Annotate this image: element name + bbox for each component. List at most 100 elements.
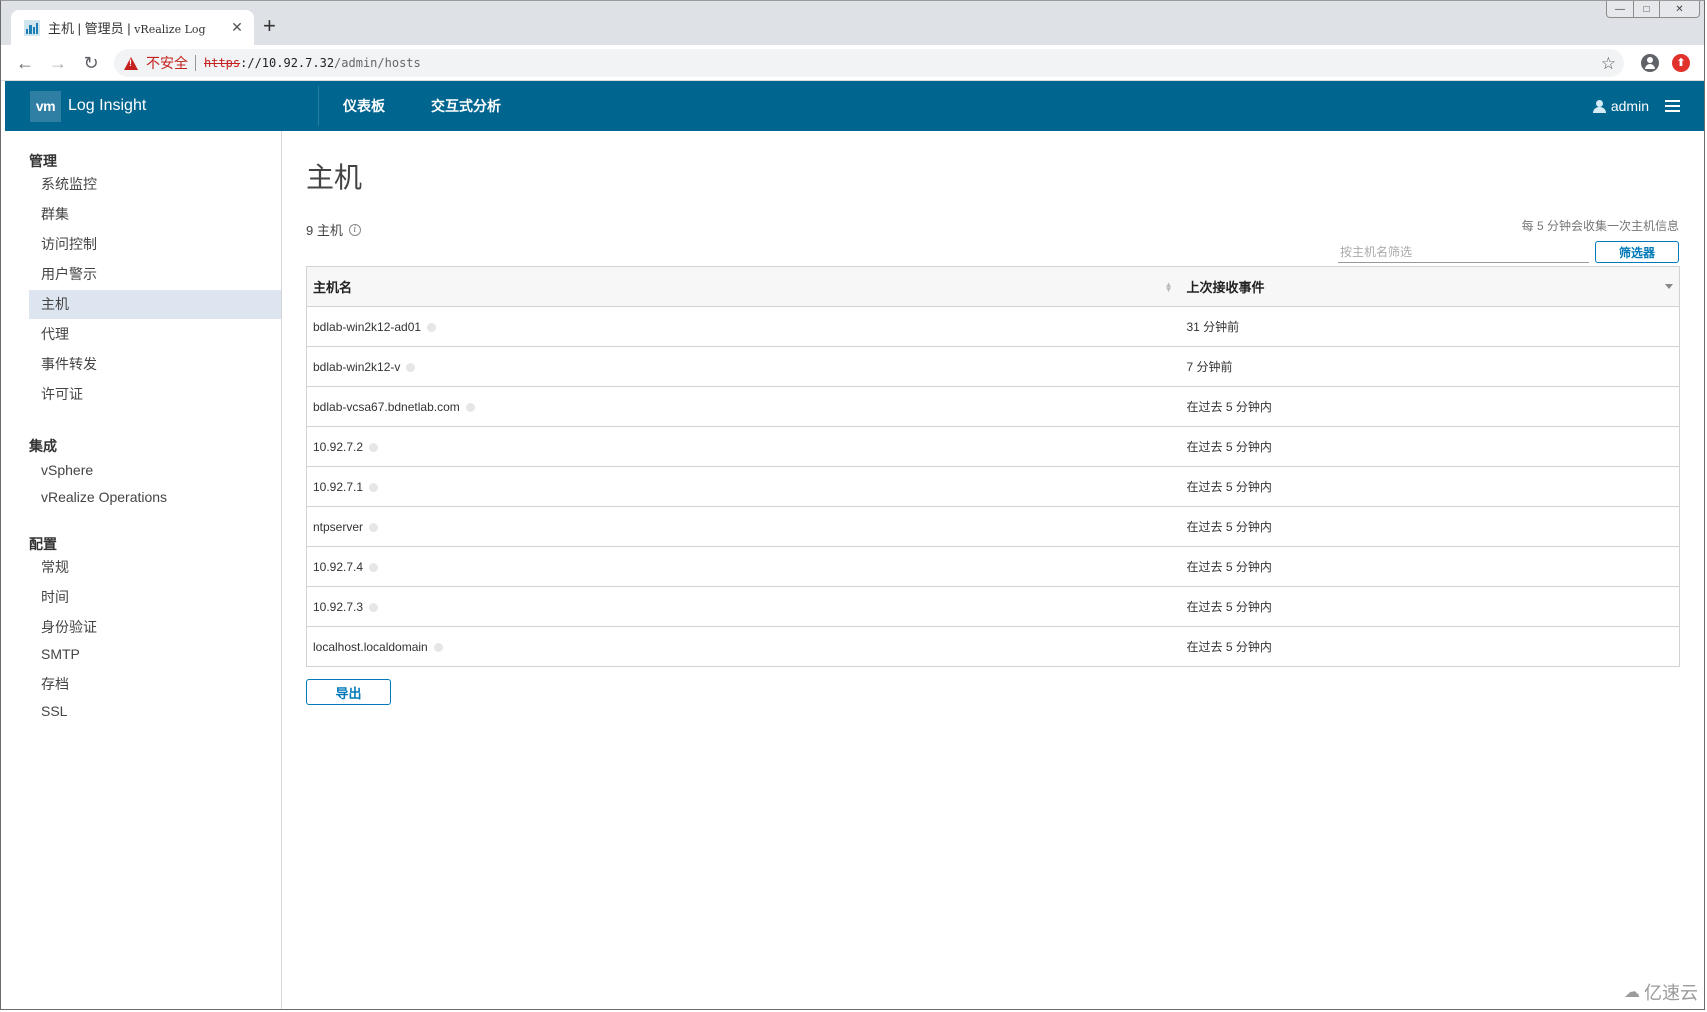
host-name[interactable]: localhost.localdomain bbox=[313, 640, 428, 654]
page-title: 主机 bbox=[306, 162, 363, 193]
user-icon bbox=[1592, 99, 1606, 113]
filter-button[interactable]: 筛选器 bbox=[1595, 241, 1679, 263]
warning-icon bbox=[124, 56, 138, 70]
host-name[interactable]: 10.92.7.3 bbox=[313, 600, 363, 614]
hosts-table: 主机名 ▲ ▼ 上次接收事件 bdlab-win2k12-ad01 31 分钟前 bd… bbox=[306, 266, 1680, 667]
column-header-hostname[interactable]: 主机名 ▲ ▼ bbox=[306, 266, 1177, 307]
navigate-icon[interactable] bbox=[433, 642, 443, 652]
last-event-cell: 31 分钟前 bbox=[1176, 306, 1680, 347]
sidebar-item-hosts[interactable]: 主机 bbox=[29, 290, 281, 319]
navigate-icon[interactable] bbox=[427, 322, 437, 332]
maximize-button[interactable]: □ bbox=[1633, 1, 1659, 17]
watermark-text: 亿速云 bbox=[1644, 983, 1698, 1003]
url-text[interactable]: https://10.92.7.32/admin/hosts bbox=[204, 56, 421, 70]
app-favicon-icon bbox=[24, 19, 40, 36]
hamburger-menu-icon[interactable] bbox=[1665, 100, 1680, 112]
table-row[interactable]: 10.92.7.2 在过去 5 分钟内 bbox=[306, 426, 1680, 467]
export-button[interactable]: 导出 bbox=[306, 679, 391, 705]
sidebar-group-management: 管理 bbox=[29, 153, 57, 169]
table-row[interactable]: 10.92.7.1 在过去 5 分钟内 bbox=[306, 466, 1680, 507]
host-name[interactable]: bdlab-win2k12-ad01 bbox=[313, 320, 421, 334]
navigate-icon[interactable] bbox=[406, 362, 416, 372]
host-filter-input[interactable] bbox=[1338, 241, 1589, 263]
navigate-icon[interactable] bbox=[369, 602, 379, 612]
sidebar-item-system-monitor[interactable]: 系统监控 bbox=[29, 170, 281, 199]
table-row[interactable]: bdlab-win2k12-ad01 31 分钟前 bbox=[306, 306, 1680, 347]
last-event-cell: 在过去 5 分钟内 bbox=[1176, 426, 1680, 467]
address-bar[interactable]: 不安全 https://10.92.7.32/admin/hosts bbox=[114, 49, 1624, 77]
table-row[interactable]: 10.92.7.4 在过去 5 分钟内 bbox=[306, 546, 1680, 587]
collection-note: 每 5 分钟会收集一次主机信息 bbox=[1521, 219, 1679, 233]
tab-active[interactable]: 主机 | 管理员 | vRealize Log ✕ bbox=[11, 10, 254, 45]
sidebar-item-license[interactable]: 许可证 bbox=[29, 380, 281, 409]
navigate-icon[interactable] bbox=[465, 402, 475, 412]
admin-sidebar: 管理 系统监控 群集 访问控制 用户警示 主机 代理 事件转发 许可证 集成 v… bbox=[5, 131, 282, 1009]
sidebar-item-vsphere[interactable]: vSphere bbox=[29, 456, 281, 485]
sidebar-item-access-control[interactable]: 访问控制 bbox=[29, 230, 281, 259]
bookmark-star-icon[interactable]: ☆ bbox=[1601, 54, 1616, 74]
browser-toolbar: ← → ↻ 不安全 https://10.92.7.32/admin/hosts… bbox=[1, 45, 1704, 81]
sort-icon[interactable]: ▲ ▼ bbox=[1165, 281, 1173, 294]
cloud-icon: ☁ bbox=[1624, 984, 1640, 1001]
host-name-cell: bdlab-win2k12-ad01 bbox=[306, 306, 1177, 347]
host-name-cell: 10.92.7.1 bbox=[306, 466, 1177, 507]
sidebar-item-archiving[interactable]: 存档 bbox=[29, 670, 281, 699]
table-row[interactable]: 10.92.7.3 在过去 5 分钟内 bbox=[306, 586, 1680, 627]
reload-button[interactable]: ↻ bbox=[79, 51, 103, 75]
sidebar-item-time[interactable]: 时间 bbox=[29, 583, 281, 612]
sidebar-item-ssl[interactable]: SSL bbox=[29, 697, 281, 726]
host-name[interactable]: ntpserver bbox=[313, 520, 363, 534]
host-name[interactable]: 10.92.7.2 bbox=[313, 440, 363, 454]
user-menu[interactable]: admin bbox=[1611, 98, 1649, 114]
last-event-cell: 在过去 5 分钟内 bbox=[1176, 386, 1680, 427]
host-name-cell: bdlab-win2k12-v bbox=[306, 346, 1177, 387]
header-divider bbox=[318, 86, 319, 126]
host-name[interactable]: bdlab-vcsa67.bdnetlab.com bbox=[313, 400, 460, 414]
table-row[interactable]: localhost.localdomain 在过去 5 分钟内 bbox=[306, 626, 1680, 667]
security-status[interactable]: 不安全 bbox=[146, 53, 188, 73]
table-row[interactable]: ntpserver 在过去 5 分钟内 bbox=[306, 506, 1680, 547]
table-header-row: 主机名 ▲ ▼ 上次接收事件 bbox=[306, 266, 1680, 307]
sidebar-item-vrealize-operations[interactable]: vRealize Operations bbox=[29, 483, 281, 512]
sidebar-item-user-alerts[interactable]: 用户警示 bbox=[29, 260, 281, 289]
tab-close-icon[interactable]: ✕ bbox=[226, 19, 248, 36]
host-name-cell: 10.92.7.3 bbox=[306, 586, 1177, 627]
forward-button[interactable]: → bbox=[46, 51, 70, 75]
last-event-cell: 在过去 5 分钟内 bbox=[1176, 586, 1680, 627]
sidebar-item-agents[interactable]: 代理 bbox=[29, 320, 281, 349]
sidebar-item-smtp[interactable]: SMTP bbox=[29, 640, 281, 669]
host-name[interactable]: 10.92.7.4 bbox=[313, 560, 363, 574]
back-button[interactable]: ← bbox=[13, 51, 37, 75]
sidebar-item-cluster[interactable]: 群集 bbox=[29, 200, 281, 229]
sidebar-item-general[interactable]: 常规 bbox=[29, 553, 281, 582]
extension-update-icon[interactable]: ⬆ bbox=[1672, 54, 1690, 72]
sidebar-group-integration: 集成 bbox=[29, 438, 57, 454]
host-name[interactable]: bdlab-win2k12-v bbox=[313, 360, 400, 374]
host-name[interactable]: 10.92.7.1 bbox=[313, 480, 363, 494]
navigate-icon[interactable] bbox=[369, 562, 379, 572]
profile-icon[interactable] bbox=[1641, 54, 1659, 72]
sidebar-item-authentication[interactable]: 身份验证 bbox=[29, 613, 281, 642]
nav-dashboards[interactable]: 仪表板 bbox=[343, 96, 385, 116]
last-event-cell: 在过去 5 分钟内 bbox=[1176, 466, 1680, 507]
last-event-cell: 在过去 5 分钟内 bbox=[1176, 546, 1680, 587]
close-window-button[interactable]: ✕ bbox=[1659, 1, 1699, 17]
host-name-cell: bdlab-vcsa67.bdnetlab.com bbox=[306, 386, 1177, 427]
navigate-icon[interactable] bbox=[369, 442, 379, 452]
last-event-cell: 在过去 5 分钟内 bbox=[1176, 506, 1680, 547]
browser-window: 主机 | 管理员 | vRealize Log ✕ + — □ ✕ ← → ↻ … bbox=[0, 0, 1705, 1010]
table-row[interactable]: bdlab-vcsa67.bdnetlab.com 在过去 5 分钟内 bbox=[306, 386, 1680, 427]
vmware-logo[interactable]: vm bbox=[30, 90, 61, 122]
new-tab-button[interactable]: + bbox=[263, 13, 276, 39]
table-row[interactable]: bdlab-win2k12-v 7 分钟前 bbox=[306, 346, 1680, 387]
watermark: ☁ 亿速云 bbox=[1624, 979, 1698, 1005]
minimize-button[interactable]: — bbox=[1607, 1, 1633, 17]
sidebar-item-event-forwarding[interactable]: 事件转发 bbox=[29, 350, 281, 379]
navigate-icon[interactable] bbox=[369, 522, 379, 532]
info-icon[interactable]: i bbox=[348, 223, 361, 236]
column-menu-icon[interactable] bbox=[1665, 284, 1673, 289]
column-header-last-event[interactable]: 上次接收事件 bbox=[1176, 266, 1680, 307]
nav-interactive-analytics[interactable]: 交互式分析 bbox=[431, 96, 501, 116]
navigate-icon[interactable] bbox=[369, 482, 379, 492]
tab-title: 主机 | 管理员 | vRealize Log bbox=[48, 21, 206, 36]
